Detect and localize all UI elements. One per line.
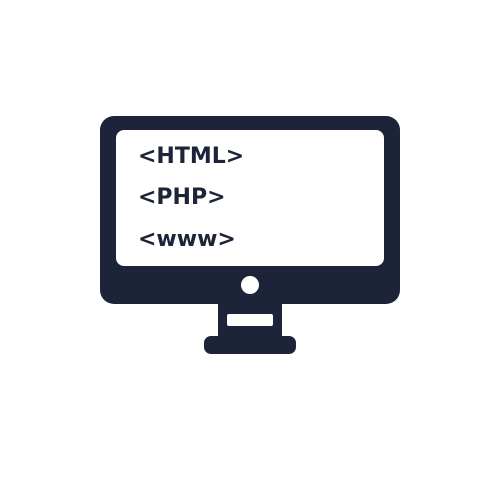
screen-line-php: <PHP>	[138, 185, 226, 210]
screen-line-www: <www>	[138, 227, 236, 252]
monitor-neck-slot	[227, 314, 273, 326]
monitor-illustration: <HTML> <PHP> <www>	[0, 0, 500, 500]
computer-monitor-icon	[100, 116, 400, 354]
power-button-icon	[241, 276, 259, 294]
screen-line-html: <HTML>	[138, 144, 245, 169]
monitor-base	[204, 336, 296, 354]
